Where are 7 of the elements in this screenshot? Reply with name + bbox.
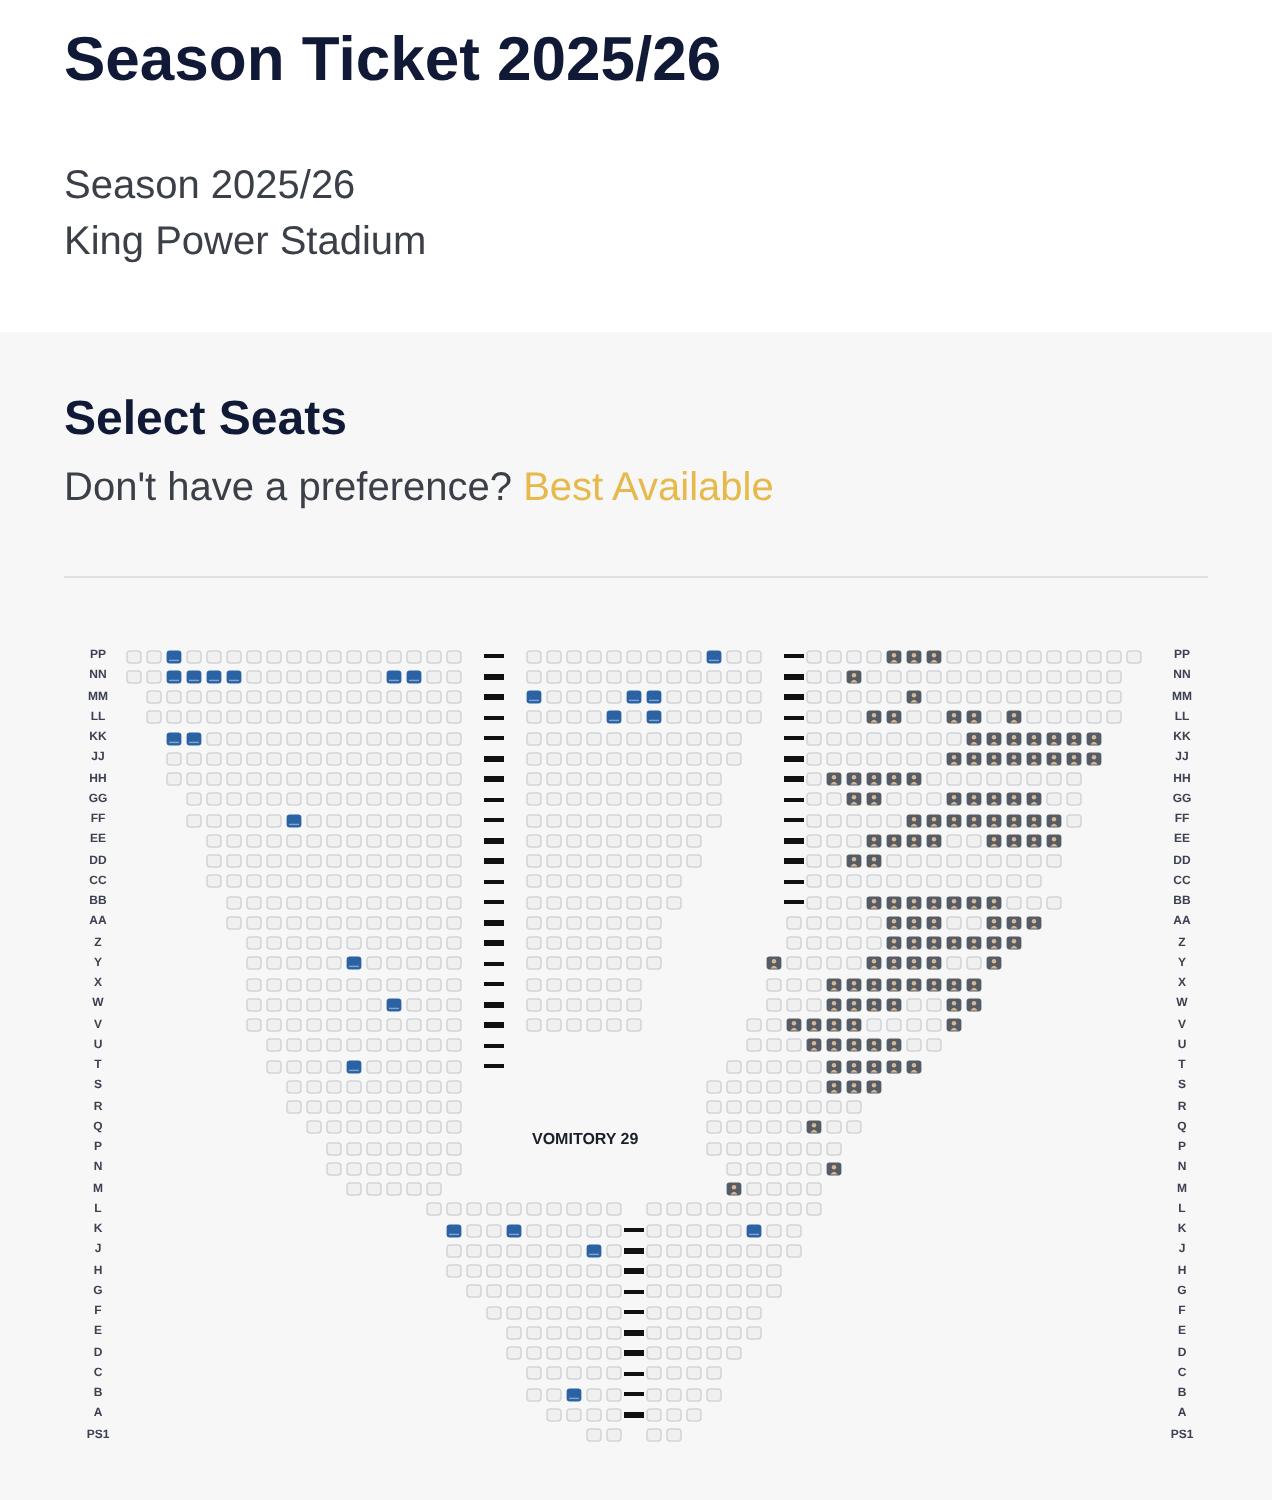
season-name: Season 2025/26 — [64, 162, 358, 212]
best-available-link[interactable]: Best Available — [523, 466, 774, 510]
preference-prompt: Don't have a preference? — [64, 466, 512, 510]
page-title: Season Ticket 2025/26 — [64, 24, 724, 96]
venue-name: King Power Stadium — [64, 218, 429, 268]
vomitory-label: VOMITORY 29 — [532, 1130, 639, 1150]
section-heading: Select Seats — [64, 392, 349, 448]
